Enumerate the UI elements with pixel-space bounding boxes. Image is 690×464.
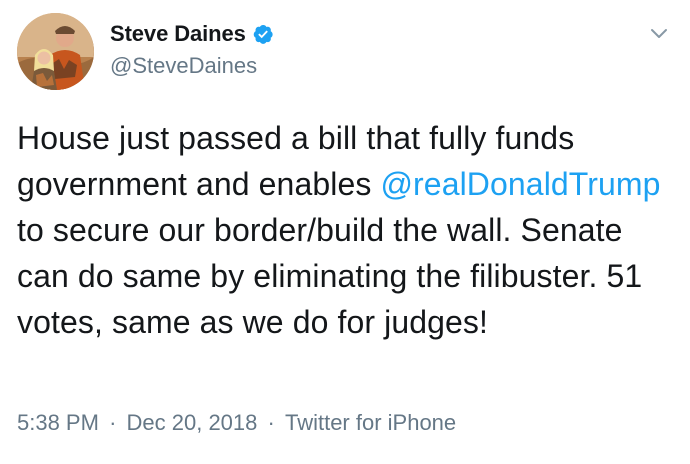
tweet-source[interactable]: Twitter for iPhone [285, 410, 456, 435]
tweet-date[interactable]: Dec 20, 2018 [127, 410, 258, 435]
meta-separator: · [109, 410, 117, 435]
display-name[interactable]: Steve Daines [110, 21, 246, 47]
meta-separator: · [267, 410, 275, 435]
chevron-down-icon[interactable] [648, 22, 670, 44]
mention-link[interactable]: @realDonaldTrump [380, 166, 660, 202]
tweet-card: Steve Daines @SteveDaines House just pas… [0, 0, 690, 464]
avatar-photo-icon [17, 13, 94, 90]
tweet-text: House just passed a bill that fully fund… [17, 115, 677, 345]
verified-badge-icon [252, 23, 274, 45]
user-header: Steve Daines @SteveDaines [110, 18, 274, 79]
user-handle[interactable]: @SteveDaines [110, 53, 274, 79]
tweet-time[interactable]: 5:38 PM [17, 410, 99, 435]
avatar[interactable] [17, 13, 94, 90]
name-row: Steve Daines [110, 18, 274, 50]
tweet-text-part: to secure our border/build the wall. Sen… [17, 212, 643, 340]
tweet-metadata: 5:38 PM · Dec 20, 2018 · Twitter for iPh… [17, 410, 456, 436]
